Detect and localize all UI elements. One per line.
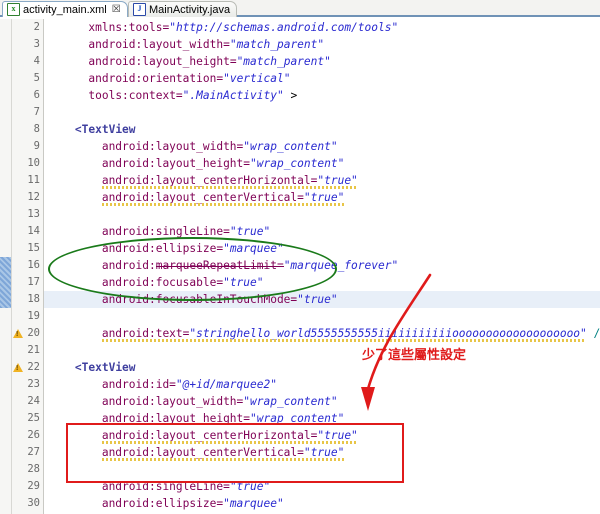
code-line[interactable]: 23 android:id="@+id/marquee2" xyxy=(0,376,600,393)
code-text: android:layout_width="match_parent" xyxy=(88,38,325,51)
green-ellipse-annotation xyxy=(48,237,337,301)
line-number: 24 xyxy=(27,395,40,407)
red-box-annotation xyxy=(66,423,404,483)
code-text: android:id="@+id/marquee2" xyxy=(101,378,277,391)
code-line[interactable]: 2 xmlns:tools="http://schemas.android.com… xyxy=(0,19,600,36)
tab-label: activity_main.xml xyxy=(23,3,107,16)
code-line[interactable]: 9 android:layout_width="wrap_content" xyxy=(0,138,600,155)
code-line[interactable]: 10 android:layout_height="wrap_content" xyxy=(0,155,600,172)
code-text: android:layout_height="match_parent" xyxy=(88,55,331,68)
code-text: android:layout_width="wrap_content" xyxy=(101,395,338,408)
java-file-icon: J xyxy=(133,3,146,16)
line-number: 18 xyxy=(27,293,40,305)
code-editor-area[interactable]: 2 xmlns:tools="http://schemas.android.com… xyxy=(0,19,600,514)
line-number: 20 xyxy=(27,327,40,339)
code-line[interactable]: 13 xyxy=(0,206,600,223)
line-number: 12 xyxy=(27,191,40,203)
line-number: 2 xyxy=(33,21,40,33)
tab-label: MainActivity.java xyxy=(149,3,231,16)
code-line[interactable]: 4 android:layout_height="match_parent" xyxy=(0,53,600,70)
code-line[interactable]: 24 android:layout_width="wrap_content" xyxy=(0,393,600,410)
line-number: 11 xyxy=(27,174,40,186)
code-text: xmlns:tools="http://schemas.android.com/… xyxy=(88,21,399,34)
line-number: 16 xyxy=(27,259,40,271)
line-number: 8 xyxy=(33,123,40,135)
line-number: 29 xyxy=(27,480,40,492)
code-text: android:ellipsize="marquee" xyxy=(101,497,284,510)
line-number: 5 xyxy=(33,72,40,84)
line-number: 4 xyxy=(33,55,40,67)
code-line[interactable]: 22 <TextView xyxy=(0,359,600,376)
code-text: <TextView xyxy=(74,361,136,374)
line-number: 21 xyxy=(27,344,40,356)
code-line[interactable]: 30 android:ellipsize="marquee" xyxy=(0,495,600,512)
code-text: android:layout_height="wrap_content" xyxy=(101,157,345,170)
line-number: 30 xyxy=(27,497,40,509)
line-number: 26 xyxy=(27,429,40,441)
code-line[interactable]: 21 xyxy=(0,342,600,359)
close-icon[interactable]: ☒ xyxy=(112,4,121,15)
code-line[interactable]: 14 android:singleLine="true" xyxy=(0,223,600,240)
code-line[interactable]: 19 xyxy=(0,308,600,325)
code-line[interactable]: 3 android:layout_width="match_parent" xyxy=(0,36,600,53)
line-number: 10 xyxy=(27,157,40,169)
line-number: 28 xyxy=(27,463,40,475)
line-number: 9 xyxy=(33,140,40,152)
line-number: 27 xyxy=(27,446,40,458)
code-text: android:layout_width="wrap_content" xyxy=(101,140,338,153)
line-number: 25 xyxy=(27,412,40,424)
line-number: 17 xyxy=(27,276,40,288)
line-number: 7 xyxy=(33,106,40,118)
tab-main-activity-java[interactable]: J MainActivity.java xyxy=(128,1,238,17)
code-line[interactable]: 7 xyxy=(0,104,600,121)
tab-activity-main-xml[interactable]: x activity_main.xml ☒ xyxy=(2,1,128,17)
code-line[interactable]: 5 android:orientation="vertical" xyxy=(0,70,600,87)
code-text: <TextView xyxy=(74,123,136,136)
line-number: 22 xyxy=(27,361,40,373)
eclipse-xml-editor-window: x activity_main.xml ☒ J MainActivity.jav… xyxy=(0,0,600,514)
line-number: 19 xyxy=(27,310,40,322)
line-number: 15 xyxy=(27,242,40,254)
code-line[interactable]: 6 tools:context=".MainActivity" > xyxy=(0,87,600,104)
warning-squiggle xyxy=(101,186,358,189)
line-number: 3 xyxy=(33,38,40,50)
line-number: 14 xyxy=(27,225,40,237)
code-line[interactable]: 18 android:focusableInTouchMode="true" xyxy=(0,291,600,308)
line-number: 6 xyxy=(33,89,40,101)
code-text: tools:context=".MainActivity" > xyxy=(88,89,298,102)
code-line[interactable]: 8 <TextView xyxy=(0,121,600,138)
callout-text: 少了這些屬性設定 xyxy=(362,347,467,362)
code-text: android:orientation="vertical" xyxy=(88,72,291,85)
xml-file-icon: x xyxy=(7,3,20,16)
editor-tab-bar: x activity_main.xml ☒ J MainActivity.jav… xyxy=(0,0,600,17)
line-number: 13 xyxy=(27,208,40,220)
line-number: 23 xyxy=(27,378,40,390)
warning-squiggle xyxy=(101,203,345,206)
